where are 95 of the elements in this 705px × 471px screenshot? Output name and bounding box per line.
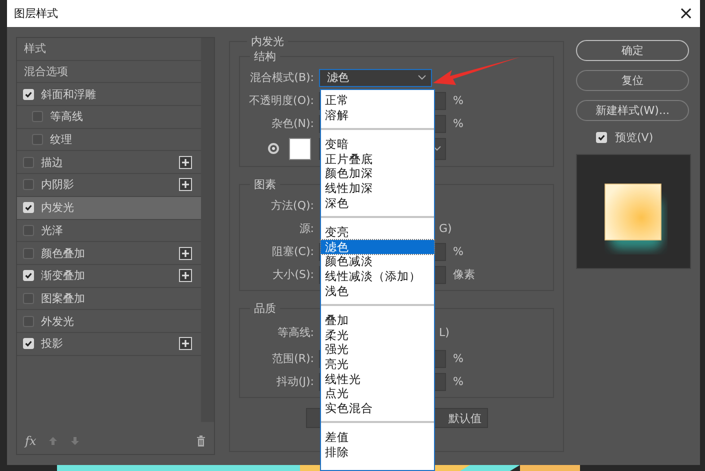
style-label: 外发光: [41, 314, 75, 329]
add-icon[interactable]: [179, 246, 192, 260]
checkbox[interactable]: [23, 248, 34, 259]
unit-label: %: [453, 245, 464, 258]
scroll-bar[interactable]: [201, 38, 214, 422]
style-item[interactable]: 外发光: [17, 310, 201, 333]
unit-label: %: [453, 94, 464, 107]
style-label: 渐变叠加: [41, 268, 86, 284]
dropdown-option[interactable]: 叠加: [321, 313, 434, 328]
style-label: 等高线: [50, 109, 84, 124]
dropdown-option[interactable]: 线性减淡（添加）: [321, 268, 434, 284]
style-item[interactable]: 斜面和浮雕: [17, 83, 201, 106]
style-item[interactable]: 光泽: [17, 220, 201, 242]
window-title: 图层样式: [14, 6, 58, 21]
action-button[interactable]: 复位: [576, 70, 689, 91]
group-title: 图素: [253, 177, 277, 192]
close-button[interactable]: ×: [672, 3, 700, 24]
field-label: 方法(Q):: [270, 198, 315, 213]
chevron-icon: [418, 75, 426, 80]
checkbox[interactable]: [23, 292, 34, 304]
unit-label: %: [453, 375, 464, 388]
dropdown-option[interactable]: 溶解: [321, 108, 434, 122]
field-label: 等高线:: [276, 325, 315, 340]
checkbox[interactable]: [23, 156, 34, 168]
field-label: 源:: [298, 221, 315, 236]
style-label: 斜面和浮雕: [41, 86, 97, 102]
dropdown-option[interactable]: 排除: [321, 444, 434, 460]
chevron-icon: [433, 146, 441, 151]
dropdown-option[interactable]: 柔光: [321, 328, 434, 342]
style-label: 纹理: [50, 132, 73, 148]
dropdown-option[interactable]: 线性光: [321, 372, 434, 386]
style-label: 图案叠加: [41, 290, 86, 306]
field-label: 抖动(J):: [275, 374, 315, 389]
style-item[interactable]: 等高线: [17, 106, 201, 129]
action-button[interactable]: 新建样式(W)...: [576, 100, 689, 121]
style-label: 描边: [41, 154, 64, 170]
style-item[interactable]: 渐变叠加: [17, 264, 201, 288]
dropdown-option[interactable]: 实色混合: [321, 400, 434, 416]
dropdown-option[interactable]: 滤色: [321, 240, 434, 254]
color-swatch[interactable]: [289, 138, 311, 160]
style-item[interactable]: 纹理: [17, 128, 201, 152]
unit-label: 像素: [453, 267, 475, 282]
dropdown-option[interactable]: 变亮: [321, 225, 434, 240]
dropdown-option[interactable]: 亮光: [321, 356, 434, 372]
style-item[interactable]: 图案叠加: [17, 288, 201, 310]
delete-icon[interactable]: [196, 435, 206, 447]
checkbox[interactable]: [23, 224, 34, 236]
style-label: 内阴影: [41, 177, 75, 192]
field-label: 杂色(N):: [270, 116, 315, 131]
checkbox[interactable]: [23, 179, 34, 190]
group-title: 品质: [253, 301, 277, 316]
action-button[interactable]: 确定: [576, 40, 689, 61]
dropdown-option[interactable]: 浅色: [321, 284, 434, 298]
dropdown-option[interactable]: 正常: [321, 93, 434, 108]
style-label: 内发光: [41, 200, 75, 216]
radio-button[interactable]: [268, 143, 279, 154]
add-icon[interactable]: [179, 156, 192, 169]
dropdown-option[interactable]: 差值: [321, 430, 434, 445]
field-label: 范围(R):: [271, 351, 315, 366]
unit-label: %: [453, 352, 464, 365]
dropdown-option[interactable]: 颜色加深: [321, 166, 434, 181]
dropdown-option[interactable]: 点光: [321, 386, 434, 401]
field-label: 阻塞(C):: [271, 244, 315, 259]
checkbox[interactable]: [32, 134, 43, 146]
field-label: 不透明度(O):: [248, 93, 315, 108]
add-icon[interactable]: [179, 337, 192, 350]
option-label: G): [439, 222, 452, 235]
checkbox[interactable]: [32, 111, 43, 122]
style-label: 投影: [41, 336, 64, 352]
style-item[interactable]: 描边: [17, 151, 201, 174]
field-label: 混合模式(B):: [249, 70, 315, 85]
group-title: 结构: [253, 49, 277, 64]
style-label: 样式: [23, 41, 47, 56]
section-title: 内发光: [250, 34, 285, 49]
dropdown-option[interactable]: 变暗: [321, 137, 434, 152]
dropdown-option[interactable]: 正片叠底: [321, 152, 434, 166]
style-item[interactable]: 颜色叠加: [17, 242, 201, 265]
style-label: 光泽: [41, 222, 64, 238]
style-label: 颜色叠加: [41, 246, 86, 261]
style-item[interactable]: 内发光: [17, 196, 201, 220]
dropdown-option[interactable]: 强光: [321, 342, 434, 357]
option-label: L): [439, 326, 450, 339]
blend-mode-select[interactable]: 滤色: [319, 68, 432, 86]
unit-label: %: [453, 117, 464, 130]
dropdown-option[interactable]: 颜色减淡: [321, 254, 434, 269]
field-label: 大小(S):: [272, 267, 315, 282]
add-icon[interactable]: [179, 178, 192, 192]
fx-button[interactable]: fx: [25, 434, 36, 448]
dropdown-option[interactable]: 深色: [321, 196, 434, 210]
checkbox-label: 预览(V): [615, 130, 654, 145]
checkbox[interactable]: [23, 316, 34, 327]
add-icon[interactable]: [179, 269, 192, 282]
style-item[interactable]: 投影: [17, 332, 201, 356]
style-label: 混合选项: [23, 64, 69, 80]
dropdown-option[interactable]: 线性加深: [321, 180, 434, 196]
